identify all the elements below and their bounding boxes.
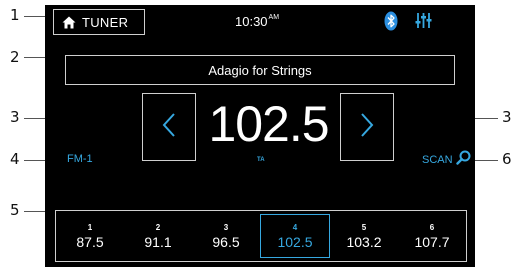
callout-3-right: 3 — [502, 108, 512, 126]
radio-screen: TUNER 10:30AM Adagio for Strings 102.5 T… — [45, 5, 475, 267]
clock-time: 10:30 — [235, 14, 268, 29]
callout-6-line — [472, 160, 498, 161]
preset-3[interactable]: 3 96.5 — [192, 211, 260, 261]
band-button[interactable]: FM-1 — [67, 153, 93, 165]
preset-number: 1 — [87, 222, 93, 232]
current-frequency: 102.5 — [208, 96, 329, 152]
tune-down-button[interactable] — [142, 93, 196, 161]
preset-2[interactable]: 2 91.1 — [124, 211, 192, 261]
preset-bar: 1 87.5 2 91.1 3 96.5 4 102.5 5 103.2 6 1… — [55, 210, 467, 262]
ta-indicator: TA — [257, 157, 265, 163]
scan-button[interactable]: SCAN — [422, 150, 471, 169]
preset-frequency: 107.7 — [414, 233, 450, 250]
callout-2: 2 — [10, 48, 20, 66]
preset-number: 4 — [292, 222, 298, 232]
clock: 10:30AM — [235, 14, 279, 29]
tune-up-button[interactable] — [340, 93, 394, 161]
source-button[interactable]: TUNER — [53, 9, 145, 35]
callout-1: 1 — [10, 6, 20, 24]
callout-6: 6 — [502, 150, 512, 168]
preset-number: 6 — [429, 222, 435, 232]
search-icon — [455, 150, 471, 169]
source-label: TUNER — [82, 14, 129, 30]
preset-6[interactable]: 6 107.7 — [398, 211, 466, 261]
preset-frequency: 103.2 — [346, 233, 382, 250]
preset-frequency: 87.5 — [76, 233, 104, 250]
preset-number: 3 — [223, 222, 229, 232]
diagram-page: 1 2 3 3 4 6 5 TUNER 10:30AM Adagio for S… — [0, 0, 519, 267]
callout-5: 5 — [10, 201, 20, 219]
scan-label: SCAN — [422, 153, 453, 166]
preset-frequency: 96.5 — [212, 233, 240, 250]
home-icon — [62, 16, 76, 29]
preset-number: 2 — [155, 222, 161, 232]
callout-3-left: 3 — [10, 108, 20, 126]
preset-4-active[interactable]: 4 102.5 — [260, 214, 330, 258]
callout-4: 4 — [10, 150, 20, 168]
clock-ampm: AM — [268, 14, 280, 21]
chevron-right-icon — [360, 112, 374, 142]
now-playing-title-box: Adagio for Strings — [65, 55, 455, 85]
preset-1[interactable]: 1 87.5 — [56, 211, 124, 261]
preset-frequency: 91.1 — [144, 233, 172, 250]
preset-frequency: 102.5 — [277, 233, 313, 250]
equalizer-settings-icon[interactable] — [415, 12, 432, 33]
preset-number: 5 — [361, 222, 367, 232]
preset-5[interactable]: 5 103.2 — [330, 211, 398, 261]
bluetooth-icon[interactable] — [384, 11, 398, 35]
chevron-left-icon — [162, 112, 176, 142]
now-playing-title: Adagio for Strings — [208, 62, 312, 78]
